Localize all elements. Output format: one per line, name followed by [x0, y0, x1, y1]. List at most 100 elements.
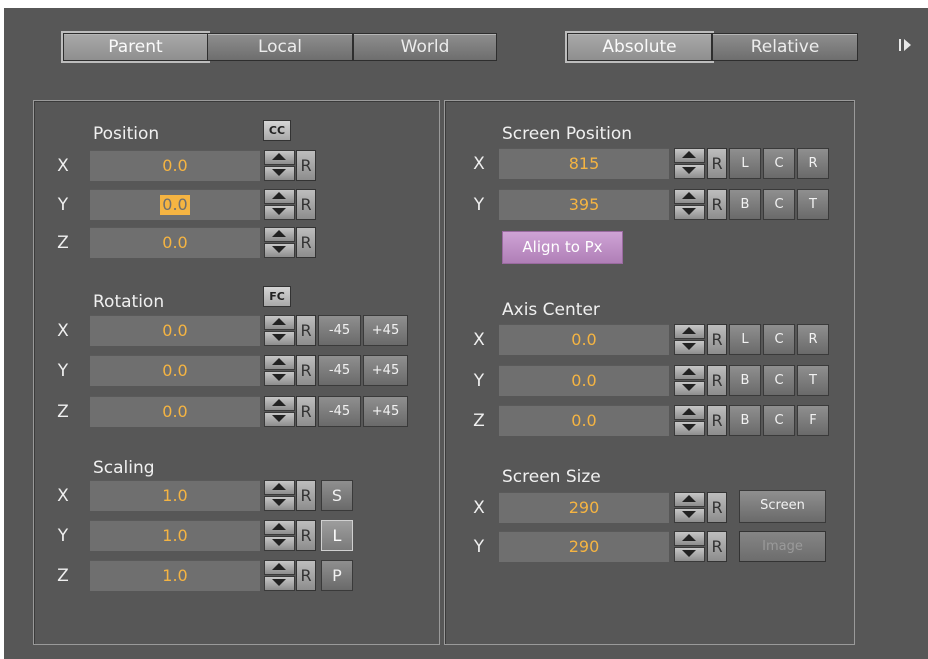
- rotation-x-minus45-button[interactable]: -45: [318, 315, 361, 346]
- rotation-z-plus45-button[interactable]: +45: [363, 396, 408, 427]
- screen-position-y-align-c-button[interactable]: C: [763, 189, 795, 220]
- screen-position-x-axis-label: X: [473, 154, 485, 174]
- rotation-y-plus45-button[interactable]: +45: [363, 355, 408, 386]
- screen-position-y-reset-button[interactable]: R: [707, 189, 727, 220]
- screen-size-y-value-input[interactable]: 290: [499, 531, 669, 562]
- screen-position-y-align-b-button[interactable]: B: [729, 189, 761, 220]
- position-x-axis-label: X: [57, 156, 69, 176]
- frame-tab-local[interactable]: Local: [207, 33, 353, 61]
- rotation-x-reset-button[interactable]: R: [296, 315, 316, 346]
- triangle-up-icon: [682, 327, 696, 334]
- axis-center-z-reset-button[interactable]: R: [707, 405, 727, 436]
- rotation-y-spinner[interactable]: [264, 355, 295, 386]
- rotation-z-value-input[interactable]: 0.0: [90, 396, 260, 427]
- axis-center-z-align-c-button[interactable]: C: [763, 405, 795, 436]
- screen-position-y-align-t-button[interactable]: T: [797, 189, 829, 220]
- screen-position-x-align-r-button[interactable]: R: [797, 148, 829, 179]
- axis-center-y-align-b-button[interactable]: B: [729, 365, 761, 396]
- triangle-up-icon: [272, 523, 286, 530]
- axis-center-z-align-b-button[interactable]: B: [729, 405, 761, 436]
- position-z-reset-button[interactable]: R: [296, 227, 316, 258]
- scaling-mode-l-button[interactable]: L: [321, 520, 353, 551]
- scaling-y-spinner[interactable]: [264, 520, 295, 551]
- mode-tab-absolute[interactable]: Absolute: [565, 31, 714, 63]
- screen-size-image-button[interactable]: Image: [739, 531, 826, 562]
- scaling-z-spinner[interactable]: [264, 560, 295, 591]
- scaling-x-value-input[interactable]: 1.0: [90, 480, 260, 511]
- rotation-x-plus45-button[interactable]: +45: [363, 315, 408, 346]
- triangle-down-icon: [682, 511, 696, 518]
- screen-size-y-reset-button[interactable]: R: [707, 531, 727, 562]
- axis-center-z-value-input[interactable]: 0.0: [499, 405, 669, 436]
- axis-center-y-value-input[interactable]: 0.0: [499, 365, 669, 396]
- position-center-badge[interactable]: CC: [263, 120, 291, 141]
- rotation-z-minus45-button[interactable]: -45: [318, 396, 361, 427]
- axis-center-x-spinner[interactable]: [674, 324, 705, 355]
- position-z-value-input[interactable]: 0.0: [90, 227, 260, 258]
- scaling-mode-s-button[interactable]: S: [321, 480, 353, 511]
- axis-center-x-align-l-button[interactable]: L: [729, 324, 761, 355]
- axis-center-z-spinner[interactable]: [674, 405, 705, 436]
- scaling-y-reset-button[interactable]: R: [296, 520, 316, 551]
- scaling-z-reset-button[interactable]: R: [296, 560, 316, 591]
- triangle-up-icon: [272, 192, 286, 199]
- rotation-z-spinner[interactable]: [264, 396, 295, 427]
- screen-position-y-spinner[interactable]: [674, 189, 705, 220]
- screen-size-x-value-input[interactable]: 290: [499, 492, 669, 523]
- triangle-up-icon: [682, 192, 696, 199]
- rotation-x-spinner[interactable]: [264, 315, 295, 346]
- screen-size-y-spinner[interactable]: [674, 531, 705, 562]
- screen-position-y-value-input[interactable]: 395: [499, 189, 669, 220]
- axis-center-z-align-f-button[interactable]: F: [797, 405, 829, 436]
- rotation-y-value-input[interactable]: 0.0: [90, 355, 260, 386]
- axis-center-x-align-c-button[interactable]: C: [763, 324, 795, 355]
- scaling-x-axis-label: X: [57, 486, 69, 506]
- rotation-y-reset-button[interactable]: R: [296, 355, 316, 386]
- axis-center-z-axis-label: Z: [473, 411, 485, 431]
- expand-right-icon[interactable]: [904, 39, 911, 51]
- screen-size-x-reset-button[interactable]: R: [707, 492, 727, 523]
- axis-center-x-value-text: 0.0: [571, 330, 597, 349]
- triangle-down-icon: [272, 246, 286, 253]
- position-y-axis-label: Y: [57, 195, 69, 215]
- axis-center-y-spinner[interactable]: [674, 365, 705, 396]
- screen-position-x-spinner[interactable]: [674, 148, 705, 179]
- screen-position-x-align-c-button[interactable]: C: [763, 148, 795, 179]
- axis-center-y-align-c-button[interactable]: C: [763, 365, 795, 396]
- rotation-x-value-input[interactable]: 0.0: [90, 315, 260, 346]
- axis-center-x-reset-button[interactable]: R: [707, 324, 727, 355]
- screen-position-x-value-input[interactable]: 815: [499, 148, 669, 179]
- scaling-mode-p-button[interactable]: P: [321, 560, 353, 591]
- screen-position-x-value-text: 815: [568, 154, 600, 173]
- rotation-y-minus45-button[interactable]: -45: [318, 355, 361, 386]
- mode-tab-relative[interactable]: Relative: [712, 33, 858, 61]
- axis-center-x-value-input[interactable]: 0.0: [499, 324, 669, 355]
- scaling-x-spinner[interactable]: [264, 480, 295, 511]
- position-y-spinner[interactable]: [264, 189, 295, 220]
- scaling-z-value-input[interactable]: 1.0: [90, 560, 260, 591]
- rotation-z-reset-button[interactable]: R: [296, 396, 316, 427]
- rotation-z-axis-label: Z: [57, 402, 69, 422]
- position-y-value-input[interactable]: 0.0: [90, 189, 260, 220]
- position-x-spinner[interactable]: [264, 150, 295, 181]
- axis-center-y-align-t-button[interactable]: T: [797, 365, 829, 396]
- frame-tab-world[interactable]: World: [353, 33, 497, 61]
- triangle-down-icon: [682, 343, 696, 350]
- screen-position-x-reset-button[interactable]: R: [707, 148, 727, 179]
- rotation-center-badge[interactable]: FC: [263, 286, 291, 307]
- position-z-spinner[interactable]: [264, 227, 295, 258]
- axis-center-z-value-text: 0.0: [571, 411, 597, 430]
- position-x-value-input[interactable]: 0.0: [90, 150, 260, 181]
- frame-tab-parent[interactable]: Parent: [61, 31, 210, 63]
- position-x-reset-button[interactable]: R: [296, 150, 316, 181]
- position-y-reset-button[interactable]: R: [296, 189, 316, 220]
- screen-size-x-spinner[interactable]: [674, 492, 705, 523]
- align-to-px-button[interactable]: Align to Px: [502, 231, 623, 264]
- screen-size-screen-button[interactable]: Screen: [739, 490, 826, 523]
- axis-center-y-reset-button[interactable]: R: [707, 365, 727, 396]
- scaling-x-reset-button[interactable]: R: [296, 480, 316, 511]
- axis-center-x-align-r-button[interactable]: R: [797, 324, 829, 355]
- scaling-y-value-input[interactable]: 1.0: [90, 520, 260, 551]
- triangle-down-icon: [272, 415, 286, 422]
- screen-position-x-align-l-button[interactable]: L: [729, 148, 761, 179]
